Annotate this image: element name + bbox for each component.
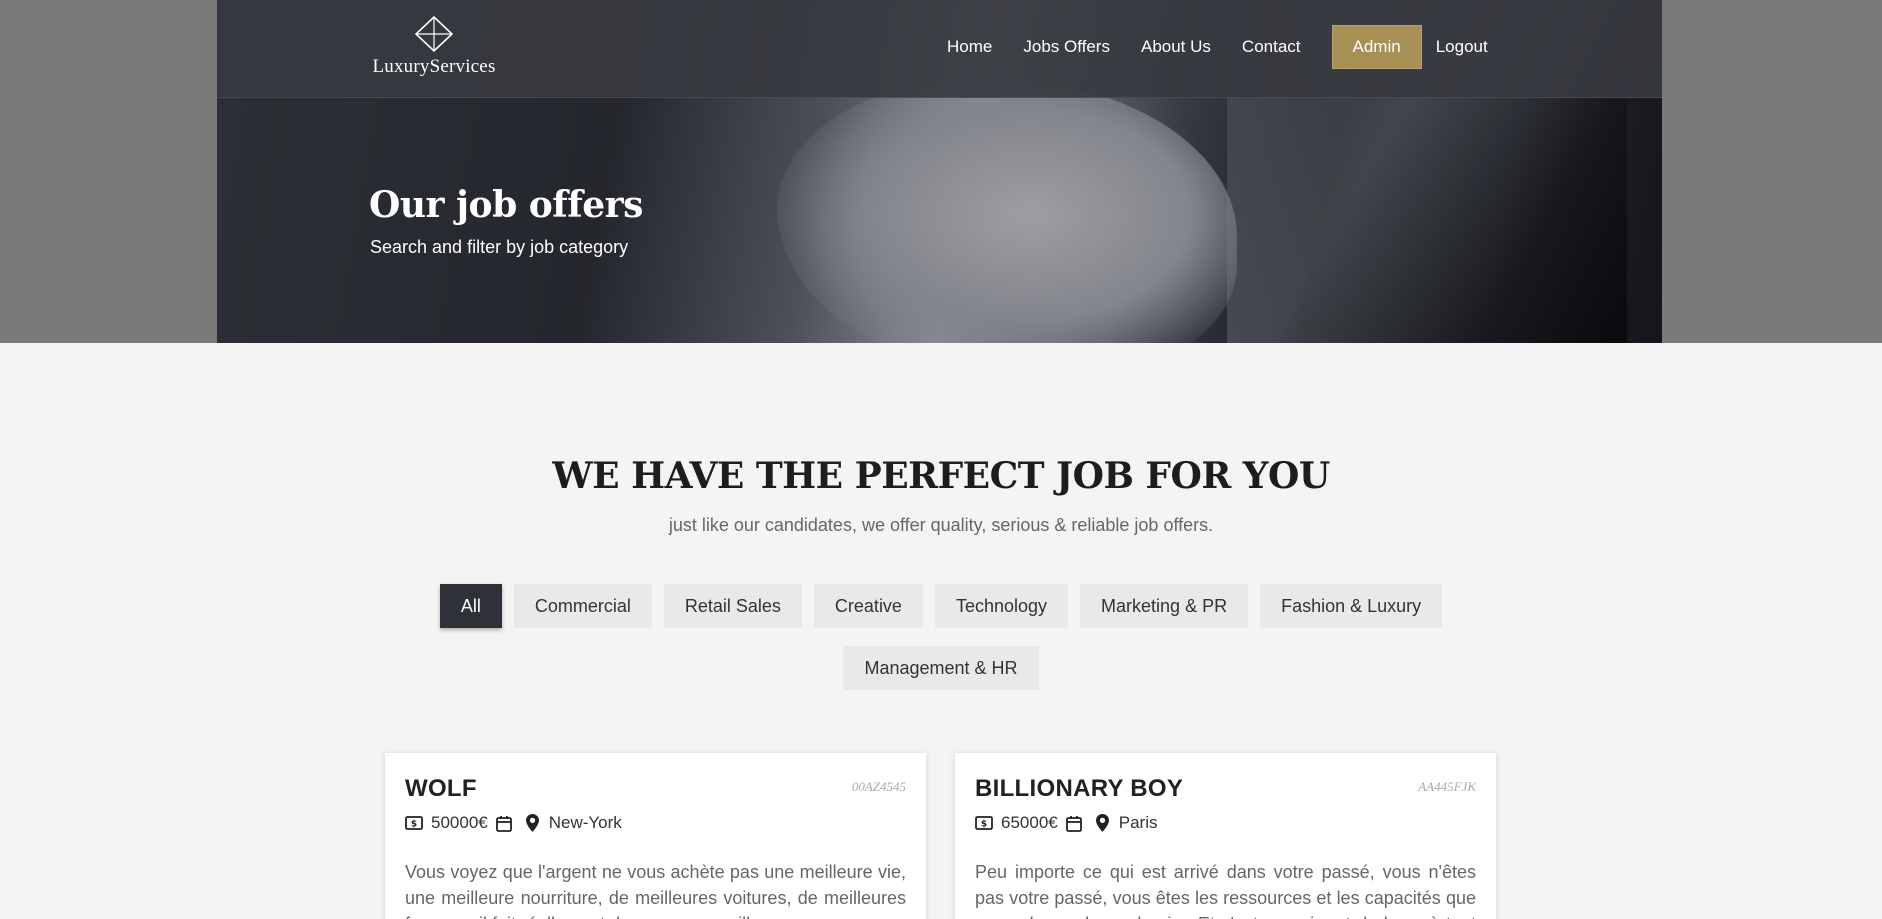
filter-marketing-pr[interactable]: Marketing & PR <box>1080 584 1249 628</box>
nav-about-us[interactable]: About Us <box>1141 37 1211 57</box>
filter-creative[interactable]: Creative <box>813 584 923 628</box>
job-description: Peu importe ce qui est arrivé dans votre… <box>975 862 1476 919</box>
hero-subtitle: Search and filter by job category <box>370 237 629 257</box>
filter-commercial[interactable]: Commercial <box>513 584 652 628</box>
job-salary: 65000€ <box>1001 813 1058 832</box>
job-meta: $ 65000€ Paris <box>975 813 1476 833</box>
section-headline: WE HAVE THE PERFECT JOB FOR YOU <box>552 455 1330 497</box>
filter-fashion-luxury[interactable]: Fashion & Luxury <box>1260 584 1443 628</box>
job-salary: 50000€ <box>431 813 488 832</box>
navbar: LuxuryServices Home Jobs Offers About Us… <box>217 0 1662 98</box>
hero-title: Our job offers <box>369 184 643 226</box>
job-card[interactable]: BILLIONARY BOY AA445FJK $ 65000€ Paris P… <box>955 753 1496 919</box>
job-reference: AA445FJK <box>1418 779 1476 794</box>
category-filters-row2: Management & HR <box>0 646 1882 690</box>
filter-retail-sales[interactable]: Retail Sales <box>663 584 802 628</box>
section-subline: just like our candidates, we offer quali… <box>668 515 1214 535</box>
job-location: Paris <box>1118 813 1158 832</box>
job-location: New-York <box>548 813 622 832</box>
nav-contact[interactable]: Contact <box>1242 37 1301 57</box>
logout-link[interactable]: Logout <box>1436 37 1488 57</box>
location-pin-icon <box>525 814 539 832</box>
brand-name: LuxuryServices <box>372 56 496 77</box>
svg-text:$: $ <box>981 820 987 830</box>
job-title: BILLIONARY BOY <box>975 775 1184 802</box>
admin-button[interactable]: Admin <box>1331 25 1422 69</box>
job-title: WOLF <box>405 775 477 802</box>
job-meta: $ 50000€ New-York <box>405 813 906 833</box>
job-description: Vous voyez que l'argent ne vous achète p… <box>405 862 906 919</box>
money-icon: $ <box>405 816 423 830</box>
job-card[interactable]: WOLF 00AZ4545 $ 50000€ New-York Vous voy… <box>385 753 926 919</box>
logo[interactable]: LuxuryServices <box>369 16 499 78</box>
nav-home[interactable]: Home <box>947 37 992 57</box>
diamond-logo-icon <box>415 16 453 52</box>
money-icon: $ <box>975 816 993 830</box>
calendar-icon <box>1065 815 1082 832</box>
filter-technology[interactable]: Technology <box>934 584 1069 628</box>
nav-jobs-offers[interactable]: Jobs Offers <box>1023 37 1110 57</box>
main-nav: Home Jobs Offers About Us Contact Admin … <box>947 25 1488 69</box>
category-filters: All Commercial Retail Sales Creative Tec… <box>0 584 1882 628</box>
job-reference: 00AZ4545 <box>851 779 906 794</box>
location-pin-icon <box>1095 814 1109 832</box>
svg-text:$: $ <box>411 820 417 830</box>
filter-management-hr[interactable]: Management & HR <box>843 646 1039 690</box>
calendar-icon <box>495 815 512 832</box>
filter-all[interactable]: All <box>439 584 502 628</box>
